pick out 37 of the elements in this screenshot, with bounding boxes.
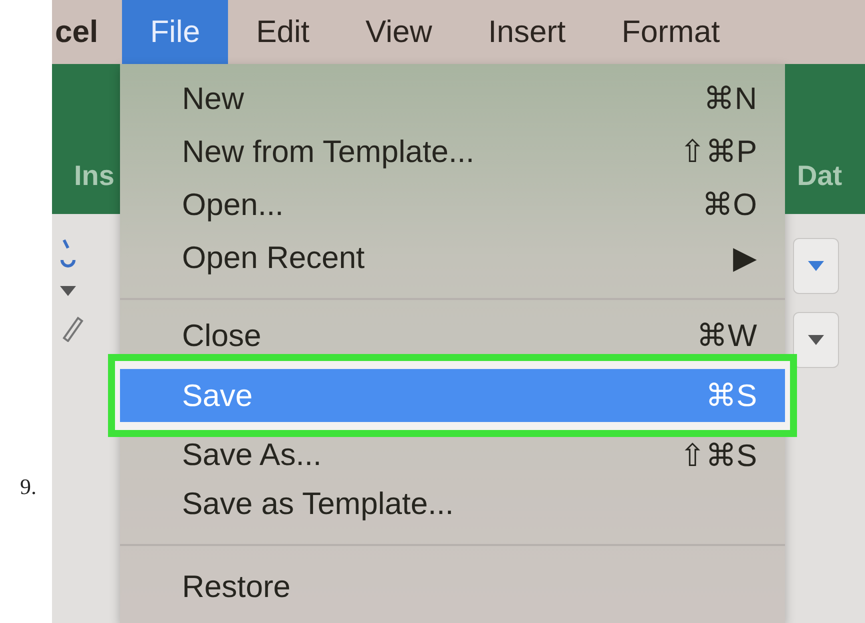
shortcut-label: ▶ — [733, 239, 757, 276]
menu-bar-item[interactable]: Format — [594, 0, 748, 64]
menu-item[interactable]: Save as Template... — [120, 477, 785, 530]
dropdown-button[interactable] — [793, 238, 839, 294]
menu-item-label: Restore — [182, 568, 291, 604]
dropdown-button[interactable] — [793, 312, 839, 368]
shortcut-label: ⌘O — [702, 186, 757, 223]
menu-item-label: Close — [182, 318, 262, 354]
menu-bar-item[interactable]: Edit — [228, 0, 338, 64]
menu-bar-item[interactable]: Insert — [460, 0, 594, 64]
menu-item-label: Open Recent — [182, 240, 365, 276]
shortcut-label: ⌘N — [704, 80, 757, 117]
caret-icon — [808, 335, 824, 345]
menu-item-label: New from Template... — [182, 134, 474, 170]
shortcut-label: ⇧⌘P — [679, 133, 757, 170]
menu-item-label: Save As... — [182, 437, 322, 473]
menu-item[interactable]: New from Template... ⇧⌘P — [120, 125, 785, 178]
menu-item[interactable]: Restore — [120, 560, 785, 613]
menu-item-label: Open... — [182, 186, 284, 222]
menu-bar-item[interactable]: cel — [52, 0, 122, 64]
menu-item[interactable]: Open... ⌘O — [120, 178, 785, 231]
step-number: 9. — [20, 474, 36, 500]
menu-item[interactable]: Close ⌘W — [120, 314, 785, 354]
caret-icon — [808, 261, 824, 271]
menu-item-label: Save — [182, 378, 253, 414]
menu-item-label: Save as Template... — [182, 486, 454, 522]
menu-item-label: New — [182, 80, 244, 116]
menu-item[interactable]: New ⌘N — [120, 72, 785, 125]
menu-item[interactable]: Open Recent ▶ — [120, 231, 785, 284]
menu-item[interactable]: Save As... ⇧⌘S — [120, 437, 785, 477]
caret-icon — [60, 286, 76, 296]
shortcut-label: ⇧⌘S — [679, 437, 757, 474]
shortcut-label: ⌘W — [696, 317, 757, 354]
shortcut-label: ⌘S — [705, 377, 757, 414]
menu-bar-item[interactable]: View — [337, 0, 460, 64]
menu-bar-item[interactable]: File — [122, 0, 228, 64]
pen-icon[interactable] — [60, 314, 84, 342]
